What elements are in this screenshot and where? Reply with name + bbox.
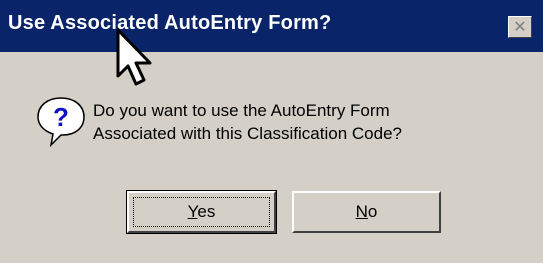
yes-button-label: Yes xyxy=(188,202,216,222)
yes-label-rest: es xyxy=(197,202,216,221)
yes-button[interactable]: Yes xyxy=(126,190,277,234)
mouse-pointer-icon xyxy=(116,28,152,86)
window-title: Use Associated AutoEntry Form? xyxy=(8,12,332,34)
no-mnemonic: N xyxy=(355,202,368,221)
title-bar[interactable]: Use Associated AutoEntry Form? ✕ xyxy=(0,0,543,52)
yes-mnemonic: Y xyxy=(187,202,198,221)
close-icon: ✕ xyxy=(513,17,527,36)
dialog-window: Use Associated AutoEntry Form? ✕ ? Do yo… xyxy=(0,0,543,263)
message-text: Do you want to use the AutoEntry Form As… xyxy=(93,99,402,145)
no-label-rest: o xyxy=(367,202,378,221)
question-icon: ? xyxy=(37,97,85,147)
svg-text:?: ? xyxy=(53,102,69,132)
close-button[interactable]: ✕ xyxy=(508,16,532,38)
no-button[interactable]: No xyxy=(292,191,441,233)
message-line-1: Do you want to use the AutoEntry Form xyxy=(93,101,390,120)
message-line-2: Associated with this Classification Code… xyxy=(93,124,402,143)
no-button-label: No xyxy=(356,202,378,222)
